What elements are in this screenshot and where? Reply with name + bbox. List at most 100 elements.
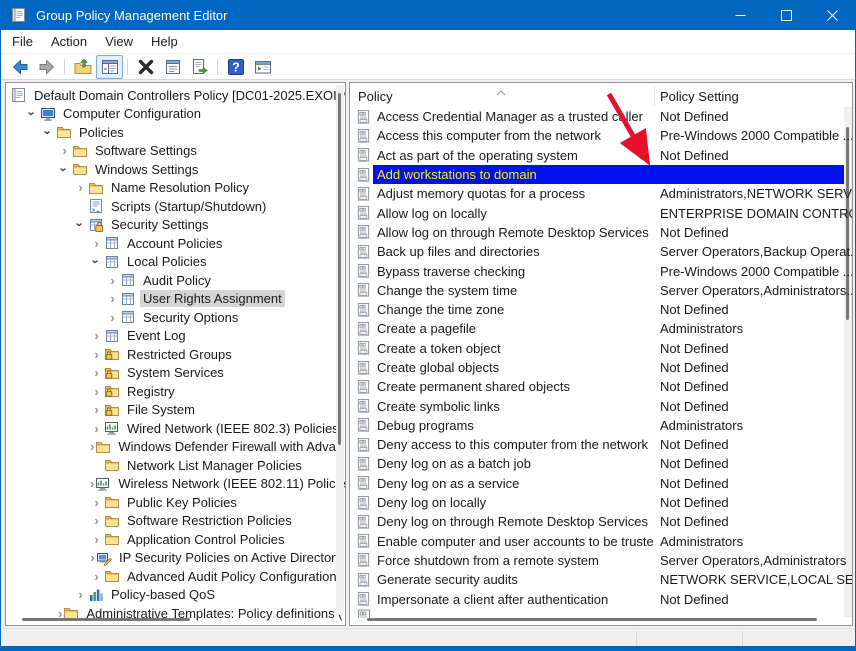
policy-row[interactable]: Enable computer and user accounts to be … bbox=[350, 532, 852, 551]
policy-row[interactable]: Deny access to this computer from the ne… bbox=[350, 435, 852, 454]
tree-item[interactable]: Application Control Policies bbox=[6, 530, 345, 549]
tree-expand-chevron-icon[interactable] bbox=[90, 496, 103, 509]
tree-expand-chevron-icon[interactable] bbox=[74, 218, 87, 231]
policy-row[interactable]: Deny log on as a batch job Not Defined bbox=[350, 454, 852, 473]
tree-expand-chevron-icon[interactable] bbox=[90, 403, 103, 416]
policy-row[interactable]: Deny log on through Remote Desktop Servi… bbox=[350, 512, 852, 531]
policy-row[interactable]: Deny log on as a service Not Defined bbox=[350, 474, 852, 493]
tree-item[interactable]: System Services bbox=[6, 364, 345, 383]
policy-row[interactable]: Create a token object Not Defined bbox=[350, 339, 852, 358]
tree-expand-chevron-icon[interactable] bbox=[90, 551, 95, 564]
policy-row[interactable]: Change the time zone Not Defined bbox=[350, 300, 852, 319]
tree-item[interactable]: Event Log bbox=[6, 327, 345, 346]
tree-expand-chevron-icon[interactable] bbox=[42, 126, 55, 139]
policy-row[interactable]: Create symbolic links Not Defined bbox=[350, 396, 852, 415]
maximize-button[interactable] bbox=[763, 0, 809, 30]
tree-item[interactable]: Wireless Network (IEEE 802.11) Policies bbox=[6, 475, 345, 494]
tree-expand-chevron-icon[interactable] bbox=[90, 440, 94, 453]
column-divider[interactable] bbox=[654, 86, 655, 106]
tree-item[interactable]: Windows Defender Firewall with Advan bbox=[6, 438, 345, 457]
tree-item[interactable]: Wired Network (IEEE 802.3) Policies bbox=[6, 419, 345, 438]
policy-row[interactable]: Back up files and directories Server Ope… bbox=[350, 242, 852, 261]
tree-item[interactable]: Network List Manager Policies bbox=[6, 456, 345, 475]
tree-item[interactable]: Audit Policy bbox=[6, 271, 345, 290]
tree-item[interactable]: Public Key Policies bbox=[6, 493, 345, 512]
policy-row[interactable]: Allow log on locally ENTERPRISE DOMAIN C… bbox=[350, 203, 852, 222]
tree-expand-chevron-icon[interactable] bbox=[74, 588, 87, 601]
tree-expand-chevron-icon[interactable] bbox=[90, 477, 94, 490]
tree-expand-chevron-icon[interactable] bbox=[90, 366, 103, 379]
properties-button[interactable] bbox=[159, 55, 186, 79]
tree-item[interactable]: Local Policies bbox=[6, 253, 345, 272]
tree-item[interactable]: Advanced Audit Policy Configuration bbox=[6, 567, 345, 586]
menu-item[interactable]: Help bbox=[142, 31, 187, 52]
tree-expand-chevron-icon[interactable] bbox=[90, 385, 103, 398]
policy-row[interactable]: Deny log on locally Not Defined bbox=[350, 493, 852, 512]
tree-expand-chevron-icon[interactable] bbox=[90, 422, 103, 435]
new-window-button[interactable] bbox=[249, 55, 276, 79]
policy-row[interactable]: Create a pagefile Administrators bbox=[350, 319, 852, 338]
delete-button[interactable] bbox=[132, 55, 159, 79]
tree-item[interactable]: Policies bbox=[6, 123, 345, 142]
tree-expand-chevron-icon[interactable] bbox=[90, 533, 103, 546]
tree-expand-chevron-icon[interactable] bbox=[90, 514, 103, 527]
help-button[interactable] bbox=[222, 55, 249, 79]
tree-item[interactable]: Software Settings bbox=[6, 142, 345, 161]
tree-item[interactable]: Name Resolution Policy bbox=[6, 179, 345, 198]
policy-row[interactable]: Force shutdown from a remote system Serv… bbox=[350, 551, 852, 570]
tree-expand-chevron-icon[interactable] bbox=[106, 311, 119, 324]
tree-expand-chevron-icon[interactable] bbox=[90, 255, 103, 268]
tree-item[interactable]: Windows Settings bbox=[6, 160, 345, 179]
tree-item[interactable]: Registry bbox=[6, 382, 345, 401]
tree-item[interactable]: File System bbox=[6, 401, 345, 420]
tree-item[interactable]: Computer Configuration bbox=[6, 105, 345, 124]
minimize-button[interactable] bbox=[717, 0, 763, 30]
policy-row[interactable]: Change the system time Server Operators,… bbox=[350, 281, 852, 300]
tree-item[interactable]: Software Restriction Policies bbox=[6, 512, 345, 531]
up-one-level-button[interactable] bbox=[69, 55, 96, 79]
policy-row[interactable]: Impersonate a client after authenticatio… bbox=[350, 589, 852, 608]
tree-item[interactable]: IP Security Policies on Active Directory bbox=[6, 549, 345, 568]
tree-expand-chevron-icon[interactable] bbox=[74, 181, 87, 194]
menu-item[interactable]: File bbox=[3, 31, 42, 52]
policy-row[interactable]: Add workstations to domain bbox=[350, 165, 852, 184]
back-button[interactable] bbox=[6, 55, 33, 79]
tree-expand-chevron-icon[interactable] bbox=[58, 144, 71, 157]
tree-item[interactable]: Policy-based QoS bbox=[6, 586, 345, 605]
tree-expand-chevron-icon[interactable] bbox=[26, 107, 39, 120]
policy-row[interactable]: Access Credential Manager as a trusted c… bbox=[350, 107, 852, 126]
tree-item[interactable]: User Rights Assignment bbox=[6, 290, 345, 309]
tree-item[interactable]: Account Policies bbox=[6, 234, 345, 253]
forward-button[interactable] bbox=[33, 55, 60, 79]
list-hscroll-thumb[interactable] bbox=[367, 618, 817, 621]
tree-expand-chevron-icon[interactable] bbox=[90, 237, 103, 250]
tree-item[interactable]: Security Settings bbox=[6, 216, 345, 235]
tree-item[interactable]: Default Domain Controllers Policy [DC01-… bbox=[6, 86, 345, 105]
menu-item[interactable]: View bbox=[96, 31, 142, 52]
tree-expand-chevron-icon[interactable] bbox=[90, 570, 103, 583]
export-list-button[interactable] bbox=[186, 55, 213, 79]
menu-item[interactable]: Action bbox=[42, 31, 96, 52]
policy-row[interactable]: Debug programs Administrators bbox=[350, 416, 852, 435]
policy-row[interactable]: Access this computer from the network Pr… bbox=[350, 126, 852, 145]
tree-expand-chevron-icon[interactable] bbox=[90, 329, 103, 342]
tree-vertical-scrollbar[interactable] bbox=[336, 85, 344, 615]
policy-row[interactable]: Create global objects Not Defined bbox=[350, 358, 852, 377]
policy-row[interactable]: Generate security audits NETWORK SERVICE… bbox=[350, 570, 852, 589]
policy-row[interactable]: Act as part of the operating system Not … bbox=[350, 146, 852, 165]
tree-item[interactable]: Restricted Groups bbox=[6, 345, 345, 364]
tree-expand-chevron-icon[interactable] bbox=[90, 348, 103, 361]
policy-row[interactable]: Allow log on through Remote Desktop Serv… bbox=[350, 223, 852, 242]
tree-item[interactable]: Security Options bbox=[6, 308, 345, 327]
close-button[interactable] bbox=[809, 0, 855, 30]
tree-item[interactable]: Scripts (Startup/Shutdown) bbox=[6, 197, 345, 216]
tree-vscroll-thumb[interactable] bbox=[338, 93, 341, 445]
policy-row[interactable]: Create permanent shared objects Not Defi… bbox=[350, 377, 852, 396]
policy-row[interactable]: Bypass traverse checking Pre-Windows 200… bbox=[350, 261, 852, 280]
tree-expand-chevron-icon[interactable] bbox=[58, 163, 71, 176]
tree-expand-chevron-icon[interactable] bbox=[106, 274, 119, 287]
policy-row[interactable]: Adjust memory quotas for a process Admin… bbox=[350, 184, 852, 203]
column-header-policy-setting[interactable]: Policy Setting bbox=[660, 89, 739, 104]
tree-hscroll-thumb[interactable] bbox=[22, 618, 190, 621]
show-console-tree-button[interactable] bbox=[96, 55, 123, 79]
